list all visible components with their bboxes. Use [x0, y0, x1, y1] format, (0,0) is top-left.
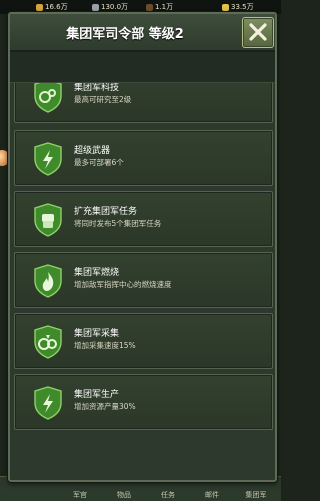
- food-icon: [36, 3, 43, 11]
- item-desc: 将同时发布5个集团军任务: [74, 219, 162, 228]
- nav-mail[interactable]: 邮件: [197, 490, 227, 500]
- nav-items[interactable]: 物品: [109, 490, 139, 500]
- lightning-icon: [34, 386, 62, 420]
- resource-value: 16.6万: [45, 3, 68, 11]
- list-item: 扩充集团军任务 将同时发布5个集团军任务: [14, 191, 273, 247]
- list-item: 超级武器 最多可部署6个: [14, 130, 273, 186]
- ore-icon: [92, 3, 99, 11]
- item-title: 集团军生产: [74, 390, 120, 400]
- fire-icon: [34, 264, 62, 298]
- resource-oil: 1.1万: [146, 2, 173, 12]
- resource-value: 33.5万: [231, 3, 254, 11]
- item-title: 扩充集团军任务: [74, 207, 138, 217]
- list-item: 集团军燃烧 增加敌军指挥中心的燃烧速度: [14, 252, 273, 308]
- resource-ore: 130.0万: [92, 2, 128, 12]
- close-button[interactable]: [242, 17, 274, 48]
- dialog-header: 集团军司令部 等级2: [10, 14, 275, 52]
- list-item: 集团军生产 增加资源产量30%: [14, 374, 273, 430]
- item-title: 集团军采集: [74, 329, 120, 339]
- research-icon: [34, 83, 62, 113]
- item-desc: 最高可研究至2级: [74, 95, 132, 104]
- resource-cash: 33.5万: [222, 2, 254, 12]
- close-x-icon: [249, 23, 267, 41]
- lightning-icon: [34, 142, 62, 176]
- dialog-subheader: [10, 52, 275, 83]
- oil-icon: [146, 3, 153, 11]
- gather-icon: [34, 325, 62, 359]
- item-desc: 增加采集速度15%: [74, 341, 136, 350]
- item-title: 超级武器: [74, 146, 111, 156]
- item-title: 集团军科技: [74, 83, 120, 93]
- benefit-list[interactable]: 集团军科技 最高可研究至2级 超级武器 最多可部署6个 扩充集团军任务 将同时发…: [10, 83, 275, 478]
- resource-food: 16.6万: [36, 2, 68, 12]
- list-item: 集团军采集 增加采集速度15%: [14, 313, 273, 369]
- nav-tasks[interactable]: 任务: [153, 490, 183, 500]
- item-desc: 增加资源产量30%: [74, 402, 136, 411]
- cash-icon: [222, 3, 229, 11]
- item-desc: 最多可部署6个: [74, 158, 124, 167]
- fist-icon: [34, 203, 62, 237]
- hq-level-dialog: 集团军司令部 等级2 集团军科技 最高可研究至2级 超级武器 最多可部署6个 扩…: [8, 12, 277, 482]
- nav-alliance[interactable]: 集团军: [241, 490, 271, 500]
- resource-value: 1.1万: [155, 3, 174, 11]
- nav-officer[interactable]: 军官: [65, 490, 95, 500]
- dialog-title: 集团军司令部 等级2: [66, 27, 184, 42]
- item-desc: 增加敌军指挥中心的燃烧速度: [74, 280, 172, 289]
- item-title: 集团军燃烧: [74, 268, 120, 278]
- list-item: 集团军科技 最高可研究至2级: [14, 83, 273, 123]
- resource-value: 130.0万: [101, 3, 129, 11]
